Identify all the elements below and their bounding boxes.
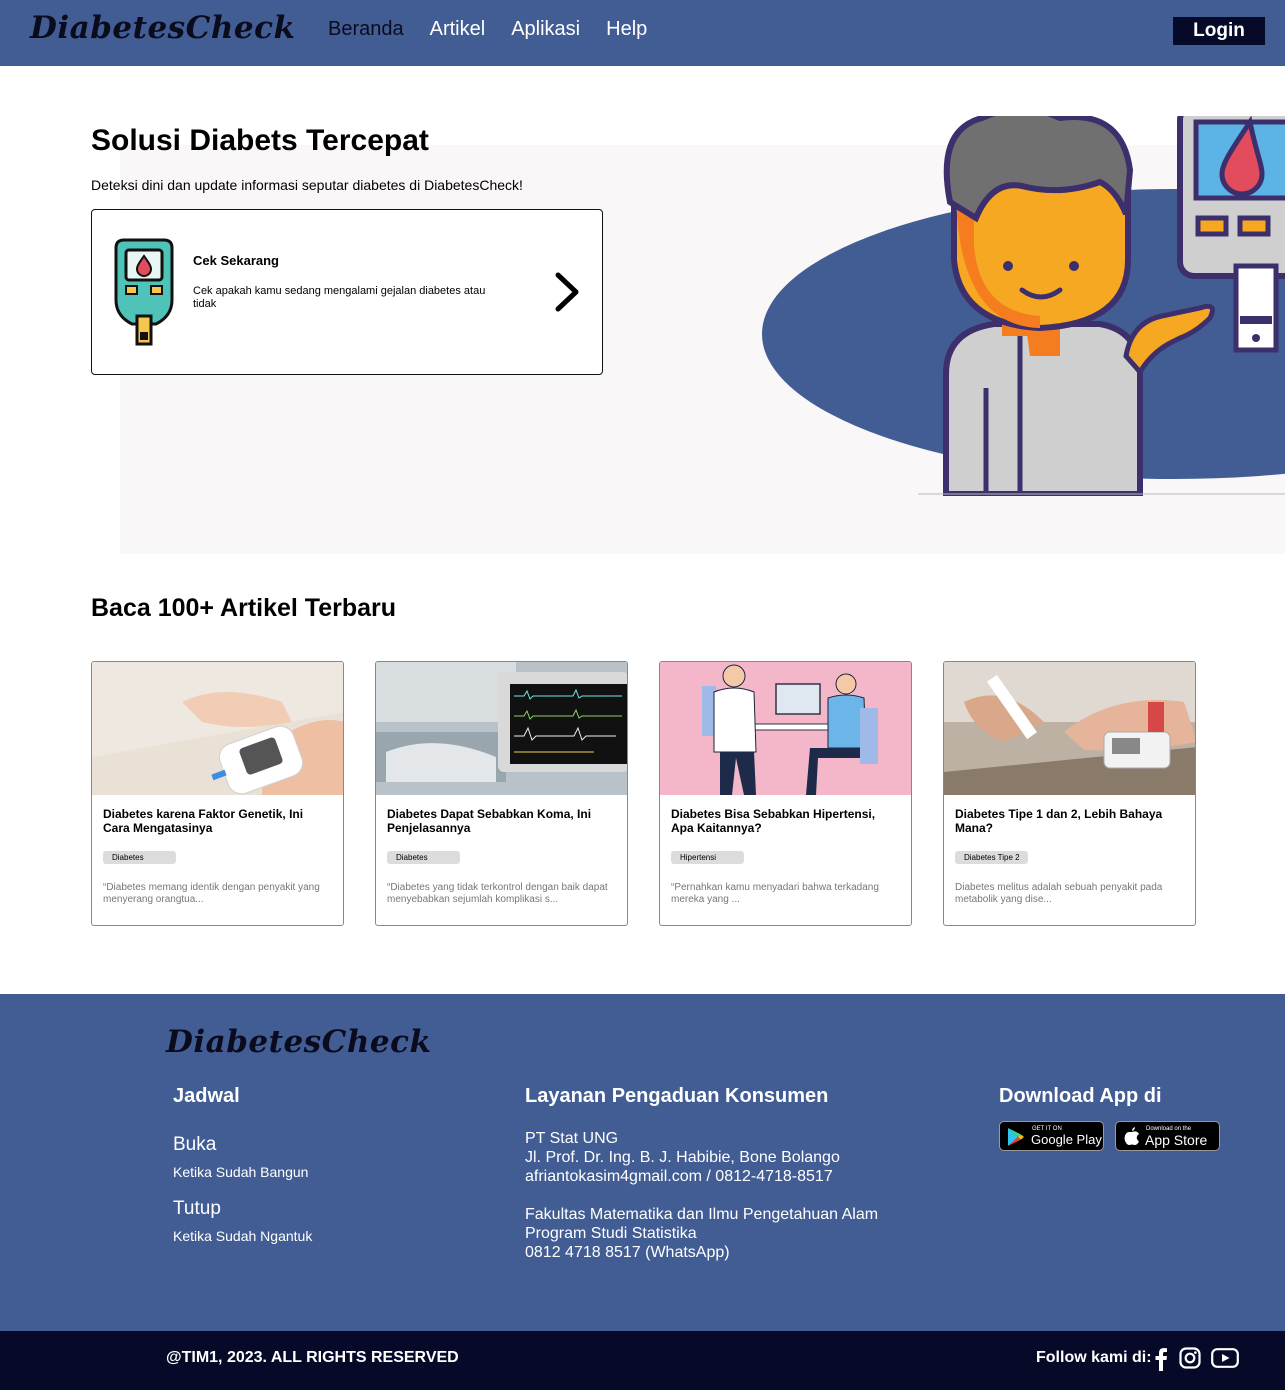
faculty-name: Fakultas Matematika dan Ilmu Pengetahuan… bbox=[525, 1206, 879, 1223]
youtube-icon[interactable] bbox=[1211, 1348, 1239, 1368]
footer-brand-logo[interactable]: DiabetesCheck bbox=[166, 1024, 431, 1060]
google-play-icon bbox=[1008, 1128, 1024, 1146]
check-card-title: Cek Sekarang bbox=[193, 253, 279, 268]
app-store-button[interactable]: Download on the App Store bbox=[1115, 1121, 1220, 1151]
article-title[interactable]: Diabetes Dapat Sebabkan Koma, Ini Penjel… bbox=[387, 807, 602, 835]
nav-link-help[interactable]: Help bbox=[606, 18, 647, 41]
glucometer-icon bbox=[114, 238, 174, 346]
article-thumbnail-image bbox=[376, 662, 627, 795]
complaints-heading: Layanan Pengaduan Konsumen bbox=[525, 1085, 829, 1107]
top-navbar: DiabetesCheck Beranda Artikel Aplikasi H… bbox=[0, 0, 1285, 66]
article-tag[interactable]: Diabetes bbox=[103, 851, 176, 864]
article-excerpt: “Pernahkan kamu menyadari bahwa terkadan… bbox=[671, 882, 879, 905]
company-info: PT Stat UNG Jl. Prof. Dr. Ing. B. J. Hab… bbox=[525, 1129, 840, 1186]
open-value: Ketika Sudah Bangun bbox=[173, 1164, 309, 1180]
facebook-icon[interactable] bbox=[1154, 1347, 1168, 1371]
check-now-card[interactable]: Cek Sekarang Cek apakah kamu sedang meng… bbox=[91, 209, 603, 375]
close-label: Tutup bbox=[173, 1198, 221, 1219]
company-contact[interactable]: afriantokasim4gmail.com / 0812-4718-8517 bbox=[525, 1167, 840, 1186]
company-address: Jl. Prof. Dr. Ing. B. J. Habibie, Bone B… bbox=[525, 1149, 840, 1166]
article-tag[interactable]: Diabetes Tipe 2 bbox=[955, 851, 1028, 864]
google-play-button[interactable]: GET IT ON Google Play bbox=[999, 1121, 1104, 1151]
apple-icon bbox=[1124, 1127, 1139, 1145]
instagram-icon[interactable] bbox=[1179, 1347, 1201, 1369]
article-tag[interactable]: Diabetes bbox=[387, 851, 460, 864]
google-play-label: Google Play bbox=[1031, 1132, 1102, 1147]
company-name: PT Stat UNG bbox=[525, 1130, 619, 1147]
site-footer: DiabetesCheck Jadwal Buka Ketika Sudah B… bbox=[0, 994, 1285, 1331]
article-title[interactable]: Diabetes Tipe 1 dan 2, Lebih Bahaya Mana… bbox=[955, 807, 1170, 835]
articles-section-title: Baca 100+ Artikel Terbaru bbox=[91, 594, 397, 622]
article-excerpt: Diabetes melitus adalah sebuah penyakit … bbox=[955, 882, 1163, 905]
login-button[interactable]: Login bbox=[1173, 17, 1265, 45]
follow-label: Follow kami di: bbox=[1036, 1349, 1152, 1366]
article-thumbnail-image bbox=[660, 662, 911, 795]
faculty-info: Fakultas Matematika dan Ilmu Pengetahuan… bbox=[525, 1205, 878, 1262]
article-card[interactable]: Diabetes Tipe 1 dan 2, Lebih Bahaya Mana… bbox=[943, 661, 1196, 926]
open-label: Buka bbox=[173, 1134, 217, 1155]
download-heading: Download App di bbox=[999, 1085, 1162, 1107]
doctor-glucometer-illustration bbox=[762, 116, 1285, 496]
check-card-description: Cek apakah kamu sedang mengalami gejalan… bbox=[193, 285, 486, 310]
whatsapp-number[interactable]: 0812 4718 8517 (WhatsApp) bbox=[525, 1243, 878, 1262]
article-title[interactable]: Diabetes Bisa Sebabkan Hipertensi, Apa K… bbox=[671, 807, 886, 835]
nav-link-artikel[interactable]: Artikel bbox=[430, 18, 486, 41]
app-store-label: App Store bbox=[1145, 1132, 1208, 1148]
hero-subtitle: Deteksi dini dan update informasi seputa… bbox=[91, 177, 523, 193]
nav-link-aplikasi[interactable]: Aplikasi bbox=[511, 18, 580, 41]
nav-link-beranda[interactable]: Beranda bbox=[328, 18, 404, 41]
bottom-bar: @TIM1, 2023. ALL RIGHTS RESERVED Follow … bbox=[0, 1331, 1285, 1390]
close-value: Ketika Sudah Ngantuk bbox=[173, 1228, 313, 1244]
main-nav: Beranda Artikel Aplikasi Help bbox=[328, 18, 647, 41]
article-tag[interactable]: Hipertensi bbox=[671, 851, 744, 864]
article-thumbnail-image bbox=[92, 662, 343, 795]
chevron-right-icon[interactable] bbox=[552, 271, 582, 313]
brand-logo[interactable]: DiabetesCheck bbox=[30, 10, 295, 46]
hero-title: Solusi Diabets Tercepat bbox=[91, 124, 429, 157]
article-title[interactable]: Diabetes karena Faktor Genetik, Ini Cara… bbox=[103, 807, 318, 835]
article-excerpt: “Diabetes memang identik dengan penyakit… bbox=[103, 882, 320, 905]
article-excerpt: “Diabetes yang tidak terkontrol dengan b… bbox=[387, 882, 608, 905]
schedule-heading: Jadwal bbox=[173, 1085, 240, 1107]
article-card[interactable]: Diabetes karena Faktor Genetik, Ini Cara… bbox=[91, 661, 344, 926]
program-name: Program Studi Statistika bbox=[525, 1225, 697, 1242]
article-thumbnail-image bbox=[944, 662, 1195, 795]
article-card[interactable]: Diabetes Bisa Sebabkan Hipertensi, Apa K… bbox=[659, 661, 912, 926]
article-card[interactable]: Diabetes Dapat Sebabkan Koma, Ini Penjel… bbox=[375, 661, 628, 926]
copyright-text: @TIM1, 2023. ALL RIGHTS RESERVED bbox=[166, 1349, 459, 1366]
